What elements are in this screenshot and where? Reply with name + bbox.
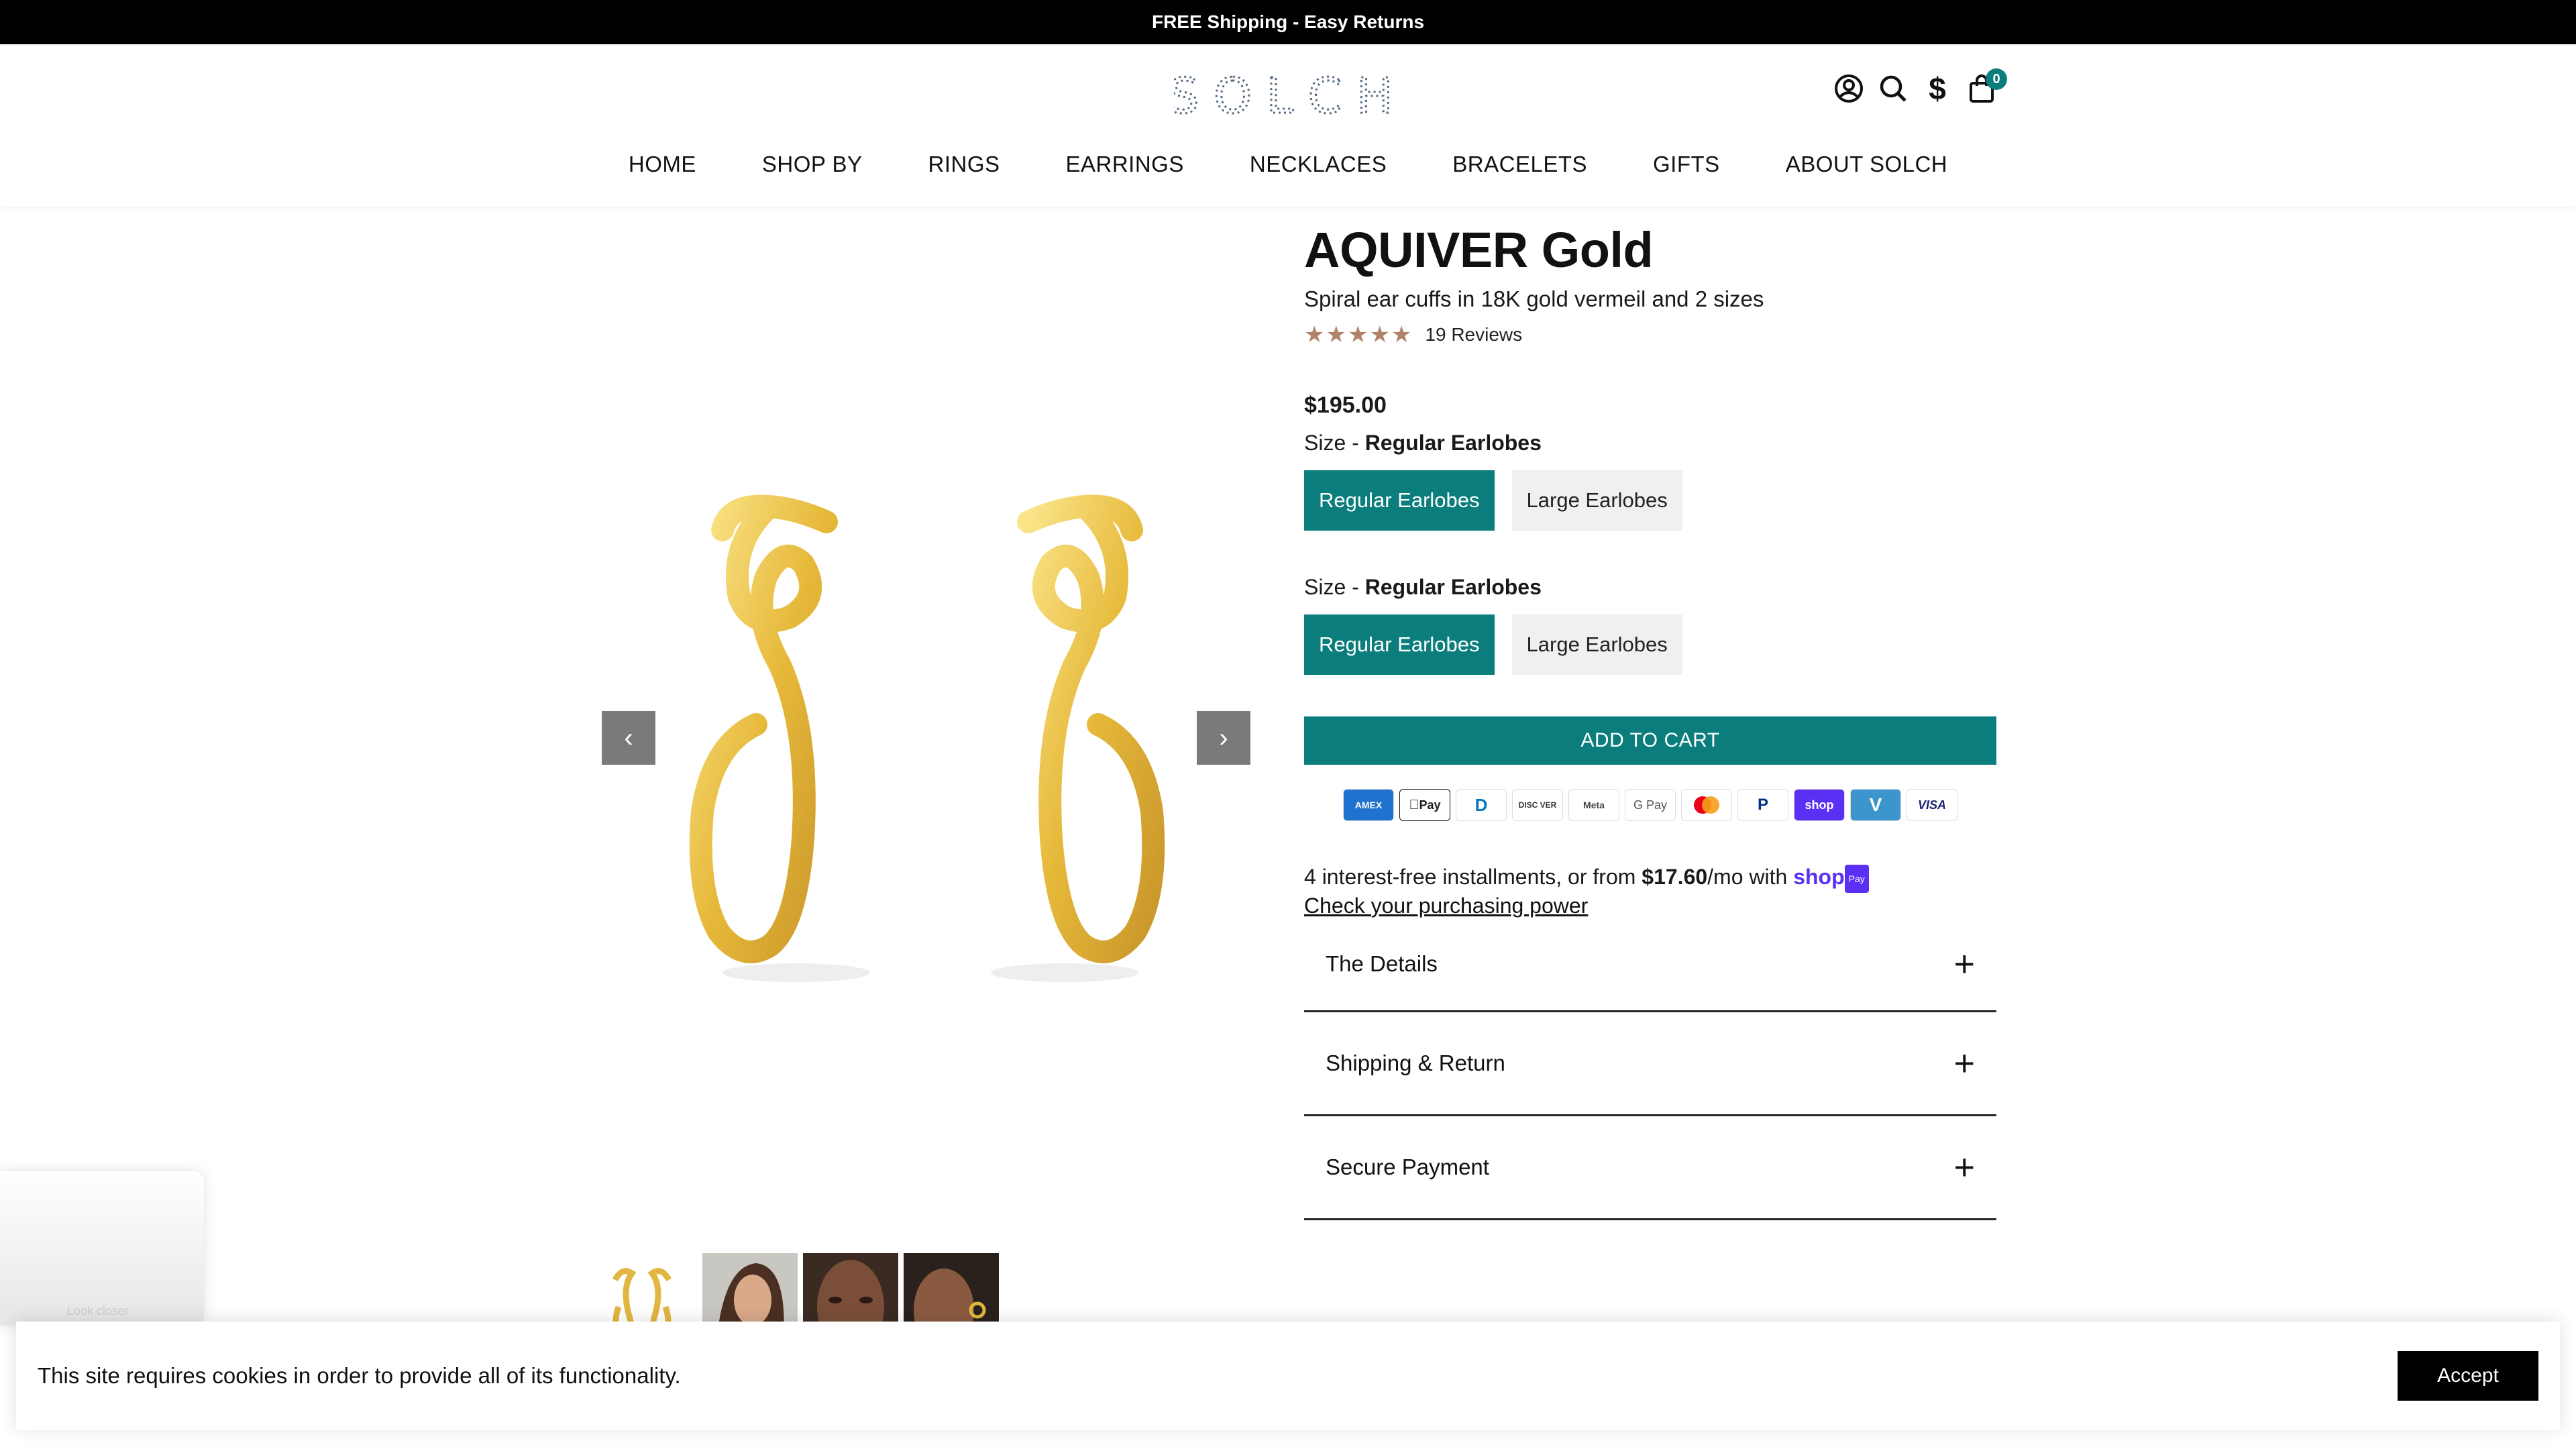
product-rating[interactable]: ★★★★★ 19 Reviews [1304,321,1996,348]
size-options-2: Regular Earlobes Large Earlobes [1304,614,1996,675]
check-purchasing-power-link[interactable]: Check your purchasing power [1304,894,1588,918]
site-header: SOLCH $ 0 HOME SHOP BY RINGS EARRINGS NE… [0,44,2576,207]
add-to-cart-button[interactable]: ADD TO CART [1304,716,1996,765]
nav-rings[interactable]: RINGS [928,152,1000,177]
visa-icon: VISA [1907,789,1957,821]
size-option-large-2[interactable]: Large Earlobes [1511,614,1682,675]
currency-selector[interactable]: $ [1921,68,1953,109]
nav-home[interactable]: HOME [629,152,696,177]
apple-pay-icon: Pay [1399,789,1450,821]
nav-bracelets[interactable]: BRACELETS [1452,152,1587,177]
mastercard-icon [1681,789,1732,821]
plus-icon: + [1953,944,1975,985]
cart-button[interactable]: 0 [1966,68,2007,109]
size-option-regular-2[interactable]: Regular Earlobes [1304,614,1495,675]
announcement-text: FREE Shipping - Easy Returns [1151,11,1425,32]
discover-icon: DISC VER [1512,789,1563,821]
shop-pay-icon: shop [1794,789,1845,821]
nav-earrings[interactable]: EARRINGS [1066,152,1184,177]
cookie-message: This site requires cookies in order to p… [38,1363,681,1388]
payment-methods: AMEX Pay D DISC VER Meta G Pay P shop V… [1304,789,1996,821]
paypal-icon: P [1737,789,1788,821]
look-closer-widget[interactable]: Look closer [0,1171,204,1326]
main-nav: HOME SHOP BY RINGS EARRINGS NECKLACES BR… [0,152,2576,177]
star-rating-icon: ★★★★★ [1304,322,1413,347]
size-selected-1: Regular Earlobes [1364,431,1542,455]
gallery-next-button[interactable]: › [1197,711,1250,765]
announcement-bar: FREE Shipping - Easy Returns [0,0,2576,44]
venmo-icon: V [1850,789,1901,821]
look-closer-label: Look closer [67,1304,129,1318]
nav-about-solch[interactable]: ABOUT SOLCH [1786,152,1947,177]
accept-cookies-button[interactable]: Accept [2398,1351,2538,1401]
review-count[interactable]: 19 Reviews [1425,324,1522,345]
account-icon[interactable] [1833,68,1865,109]
meta-pay-icon: Meta [1568,789,1619,821]
accordion-details[interactable]: The Details + [1304,918,1996,1012]
amex-icon: AMEX [1343,789,1394,821]
nav-gifts[interactable]: GIFTS [1653,152,1720,177]
installments-message: 4 interest-free installments, or from $1… [1304,864,1996,918]
size-selected-2: Regular Earlobes [1364,575,1542,599]
size-option-large[interactable]: Large Earlobes [1511,470,1682,531]
size-label-1: Size - Regular Earlobes [1304,431,1542,455]
product-image[interactable] [602,463,1250,1053]
shop-pay-logo: shop [1793,865,1845,889]
brand-logo-text: SOLCH [1174,68,1402,124]
brand-logo[interactable]: SOLCH [1174,64,1402,131]
accordion-secure-payment[interactable]: Secure Payment + [1304,1116,1996,1220]
plus-icon: + [1953,1146,1975,1187]
size-options-1: Regular Earlobes Large Earlobes [1304,470,1996,531]
installment-amount: $17.60 [1642,865,1708,889]
cookie-banner: This site requires cookies in order to p… [16,1322,2560,1430]
nav-shop-by[interactable]: SHOP BY [762,152,863,177]
header-icons: $ 0 [1833,68,2007,109]
diners-club-icon: D [1456,789,1507,821]
gallery-prev-button[interactable]: ‹ [602,711,655,765]
product-info: AQUIVER Gold Spiral ear cuffs in 18K gol… [1304,221,1996,1220]
product-subtitle: Spiral ear cuffs in 18K gold vermeil and… [1304,286,1764,311]
product-gallery: ‹ › [602,228,1250,1348]
search-icon[interactable] [1877,68,1909,109]
cart-count-badge: 0 [1986,68,2007,90]
google-pay-icon: G Pay [1625,789,1676,821]
plus-icon: + [1953,1042,1975,1083]
product-title: AQUIVER Gold [1304,222,1654,278]
size-option-regular[interactable]: Regular Earlobes [1304,470,1495,531]
size-label-2: Size - Regular Earlobes [1304,575,1542,599]
product-price: $195.00 [1304,392,1387,418]
accordion-shipping-return[interactable]: Shipping & Return + [1304,1012,1996,1116]
nav-necklaces[interactable]: NECKLACES [1250,152,1387,177]
